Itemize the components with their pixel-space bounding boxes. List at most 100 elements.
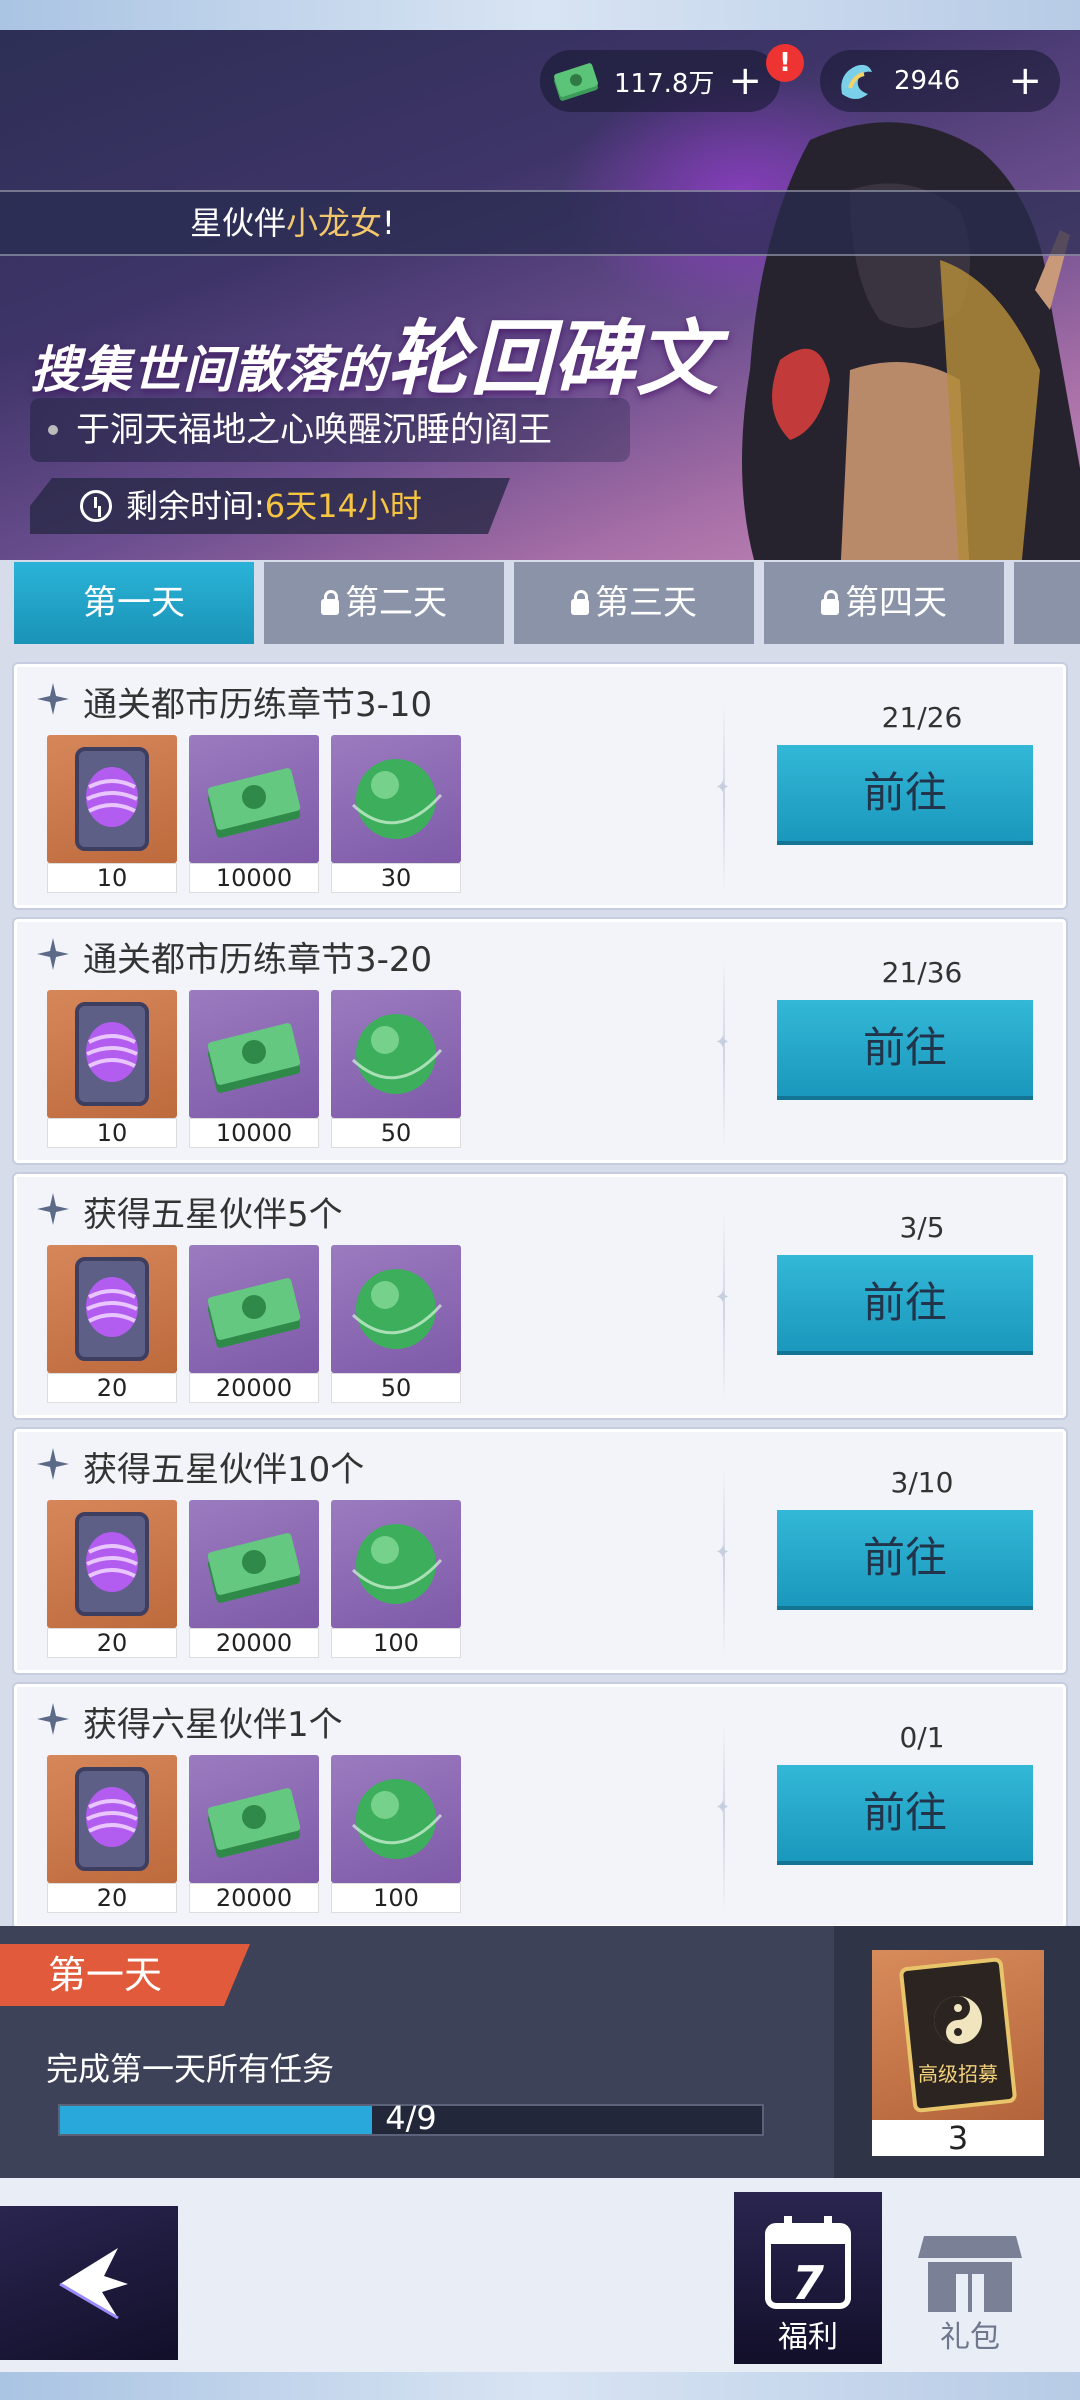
reward-item[interactable]: 100 — [331, 1755, 461, 1915]
rune-scroll-icon — [47, 1245, 177, 1373]
reward-item[interactable]: 20000 — [189, 1245, 319, 1405]
headline-small: 搜集世间散落的 — [30, 341, 387, 399]
task-list[interactable]: 通关都市历练章节3-10 21/26 ✦ 前往 10 10000 30 通关都市历练章节3-2… — [0, 646, 1080, 1926]
reward-count: 10 — [47, 863, 177, 893]
event-timer: 剩余时间:6天14小时 — [30, 478, 510, 534]
divider — [723, 703, 725, 893]
go-button[interactable]: 前往 — [777, 745, 1033, 841]
reward-item[interactable]: 10000 — [189, 990, 319, 1150]
reward-count: 20 — [47, 1373, 177, 1403]
timer-value: 6天14小时 — [264, 487, 422, 525]
summary-reward-card[interactable]: 高级招募 3 — [872, 1950, 1044, 2156]
lock-icon — [821, 590, 839, 615]
reward-count: 100 — [331, 1628, 461, 1658]
task-progress: 21/36 — [881, 956, 963, 989]
welfare-day: 7 — [791, 2256, 824, 2310]
back-button[interactable] — [0, 2206, 178, 2360]
summary-description: 完成第一天所有任务 — [46, 2050, 335, 2088]
rune-scroll-icon — [47, 1755, 177, 1883]
advanced-recruit-ticket-icon: 高级招募 — [872, 1950, 1044, 2120]
reward-count: 20 — [47, 1883, 177, 1913]
headline-big: 轮回碑文 — [387, 312, 719, 407]
reward-item[interactable]: 20 — [47, 1755, 177, 1915]
reward-item[interactable]: 20000 — [189, 1500, 319, 1660]
frame-top — [0, 0, 1080, 30]
reward-item[interactable]: 10 — [47, 990, 177, 1150]
nav-welfare-label: 福利 — [778, 2320, 838, 2355]
task-title: 获得五星伙伴5个 — [83, 1195, 343, 1235]
reward-item[interactable]: 20 — [47, 1245, 177, 1405]
money-amount: 117.8万 — [614, 68, 715, 99]
reward-item[interactable]: 10 — [47, 735, 177, 895]
gem-bar: 2946 + — [820, 50, 1060, 112]
reward-item[interactable]: 30 — [331, 735, 461, 895]
bottom-nav: 7 福利 礼包 — [0, 2178, 1080, 2372]
task-progress: 0/1 — [899, 1721, 945, 1754]
day-tabs: 第一天 第二天 第三天 第四天 — [0, 560, 1080, 646]
task-card: 通关都市历练章节3-20 21/36 ✦ 前往 10 10000 50 — [14, 919, 1066, 1163]
back-arrow-icon — [59, 2248, 128, 2320]
rune-scroll-icon — [47, 990, 177, 1118]
task-progress: 21/26 — [881, 701, 963, 734]
tab-label: 第二天 — [345, 583, 447, 623]
nav-welfare[interactable]: 7 福利 — [734, 2192, 882, 2364]
divider — [723, 1213, 725, 1403]
nav-gift[interactable]: 礼包 — [896, 2192, 1044, 2364]
tab-label: 第一天 — [83, 583, 185, 623]
reward-item[interactable]: 50 — [331, 1245, 461, 1405]
green-orb-icon — [331, 990, 461, 1118]
reward-count: 30 — [331, 863, 461, 893]
reward-item[interactable]: 10000 — [189, 735, 319, 895]
nav-gift-label: 礼包 — [940, 2320, 1000, 2355]
sparkle-icon — [37, 1193, 69, 1225]
clock-icon — [80, 490, 112, 522]
reward-item[interactable]: 50 — [331, 990, 461, 1150]
tab-more[interactable] — [1014, 562, 1080, 644]
rune-scroll-icon — [47, 1500, 177, 1628]
sparkle-icon — [37, 683, 69, 715]
task-card: 通关都市历练章节3-10 21/26 ✦ 前往 10 10000 30 — [14, 664, 1066, 908]
gem-amount: 2946 — [894, 66, 961, 96]
task-title: 通关都市历练章节3-10 — [83, 685, 433, 725]
task-card: 获得五星伙伴5个 3/5 ✦ 前往 20 20000 50 — [14, 1174, 1066, 1418]
reward-item[interactable]: 100 — [331, 1500, 461, 1660]
event-subline: 于洞天福地之心唤醒沉睡的阎王 — [30, 398, 630, 462]
go-button[interactable]: 前往 — [777, 1000, 1033, 1096]
divider — [723, 958, 725, 1148]
divider-sparkle-icon: ✦ — [715, 1797, 731, 1818]
reward-count: 100 — [331, 1883, 461, 1913]
announcement-marquee: 星伙伴小龙女! — [0, 190, 1080, 256]
cash-stack-icon — [189, 1500, 319, 1628]
tab-day-3[interactable]: 第三天 — [514, 562, 754, 644]
go-button[interactable]: 前往 — [777, 1765, 1033, 1861]
tab-day-4[interactable]: 第四天 — [764, 562, 1004, 644]
reward-item[interactable]: 20000 — [189, 1755, 319, 1915]
reward-count: 10000 — [189, 863, 319, 893]
marquee-highlight: 小龙女 — [286, 204, 383, 242]
divider — [723, 1468, 725, 1658]
reward-item[interactable]: 20 — [47, 1500, 177, 1660]
timer-label: 剩余时间: — [126, 487, 265, 525]
sparkle-icon — [37, 938, 69, 970]
reward-count: 10 — [47, 1118, 177, 1148]
tab-day-2[interactable]: 第二天 — [264, 562, 504, 644]
gem-add-button[interactable]: + — [1008, 61, 1042, 101]
task-progress: 3/5 — [899, 1211, 945, 1244]
divider-sparkle-icon: ✦ — [715, 1542, 731, 1563]
task-title: 获得五星伙伴10个 — [83, 1450, 365, 1490]
go-button[interactable]: 前往 — [777, 1255, 1033, 1351]
summary-progress-text: 4/9 — [385, 2099, 437, 2137]
reward-count: 50 — [331, 1373, 461, 1403]
lock-icon — [321, 590, 339, 615]
divider-sparkle-icon: ✦ — [715, 1287, 731, 1308]
green-orb-icon — [331, 735, 461, 863]
cash-stack-icon — [189, 990, 319, 1118]
money-bar: 117.8万 + — [540, 50, 780, 112]
sparkle-icon — [37, 1448, 69, 1480]
money-add-button[interactable]: + — [728, 61, 762, 101]
task-progress: 3/10 — [890, 1466, 954, 1499]
rune-scroll-icon — [47, 735, 177, 863]
go-button[interactable]: 前往 — [777, 1510, 1033, 1606]
day-summary: 第一天 完成第一天所有任务 4/9 高级招募 3 — [0, 1926, 1080, 2178]
tab-day-1[interactable]: 第一天 — [14, 562, 254, 644]
